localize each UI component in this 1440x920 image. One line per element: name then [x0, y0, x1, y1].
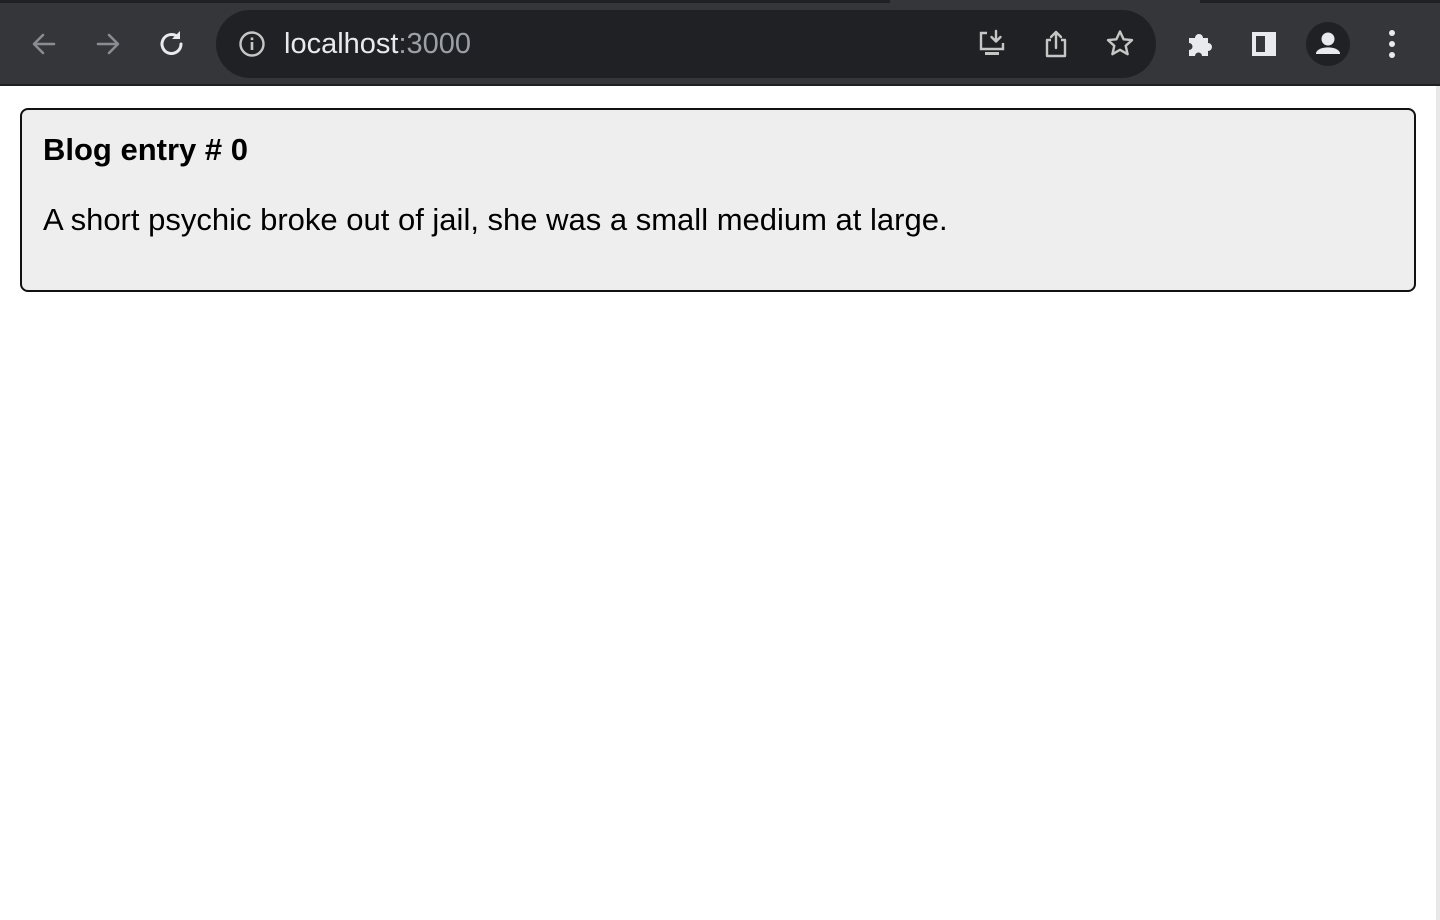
bookmark-button[interactable]	[1100, 24, 1140, 64]
side-panel-button[interactable]	[1236, 16, 1292, 72]
tab-strip-edge	[1200, 0, 1440, 3]
kebab-menu-icon	[1389, 30, 1395, 58]
reload-icon	[160, 31, 183, 55]
side-panel-icon	[1252, 32, 1276, 56]
tab-strip-edge	[0, 0, 890, 3]
share-icon	[1045, 30, 1067, 58]
blog-entry-body: A short psychic broke out of jail, she w…	[43, 202, 948, 237]
url-port: :3000	[398, 28, 472, 60]
install-app-button[interactable]	[972, 24, 1012, 64]
install-app-icon	[979, 29, 1005, 55]
window-edge	[1436, 86, 1440, 920]
profile-avatar-icon	[1306, 22, 1350, 66]
browser-menu-button[interactable]	[1364, 16, 1420, 72]
site-info-button[interactable]	[232, 24, 272, 64]
blog-entry-title: Blog entry # 0	[43, 132, 248, 167]
info-circle-icon	[239, 31, 265, 57]
back-button[interactable]	[16, 16, 72, 72]
puzzle-icon	[1189, 34, 1212, 56]
url-host: localhost	[284, 28, 399, 60]
address-bar[interactable]: localhost:3000	[216, 10, 1156, 78]
forward-button[interactable]	[80, 16, 136, 72]
blog-entry-card: Blog entry # 0 A short psychic broke out…	[20, 108, 1416, 292]
arrow-right-icon	[96, 33, 120, 55]
page-viewport: Blog entry # 0 A short psychic broke out…	[0, 88, 1436, 920]
extensions-button[interactable]	[1172, 16, 1228, 72]
url-text[interactable]: localhost:3000	[284, 28, 471, 60]
star-icon	[1106, 30, 1134, 56]
reload-button[interactable]	[144, 16, 200, 72]
browser-toolbar: localhost:3000	[0, 0, 1440, 86]
profile-button[interactable]	[1300, 16, 1356, 72]
arrow-left-icon	[32, 33, 56, 55]
share-button[interactable]	[1036, 24, 1076, 64]
